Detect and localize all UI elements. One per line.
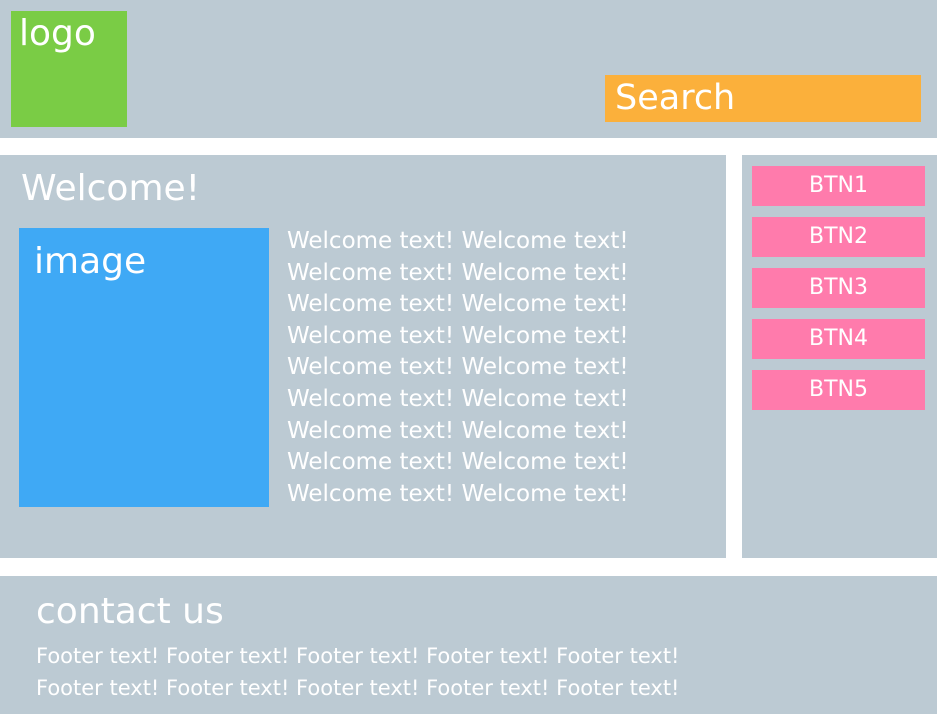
welcome-text-line: Welcome text! Welcome text! xyxy=(287,449,629,476)
header: logo Search xyxy=(0,0,937,138)
welcome-text-line: Welcome text! Welcome text! xyxy=(287,291,629,318)
search-box[interactable]: Search xyxy=(605,75,921,122)
welcome-text-line: Welcome text! Welcome text! xyxy=(287,259,629,286)
btn2-button[interactable]: BTN2 xyxy=(752,217,925,257)
main-content: Welcome! image Welcome text! Welcome tex… xyxy=(0,155,726,558)
btn3-button[interactable]: BTN3 xyxy=(752,268,925,308)
btn1-button[interactable]: BTN1 xyxy=(752,166,925,206)
welcome-text-line: Welcome text! Welcome text! xyxy=(287,354,629,381)
welcome-text-line: Welcome text! Welcome text! xyxy=(287,417,629,444)
welcome-title: Welcome! xyxy=(21,168,201,209)
sidebar: BTN1 BTN2 BTN3 BTN4 BTN5 xyxy=(742,155,937,558)
footer-text: Footer text! Footer text! Footer text! F… xyxy=(36,641,916,704)
image-placeholder: image xyxy=(19,228,269,507)
footer-text-line: Footer text! Footer text! Footer text! F… xyxy=(36,675,680,700)
logo[interactable]: logo xyxy=(11,11,127,127)
welcome-text-line: Welcome text! Welcome text! xyxy=(287,385,629,412)
footer: contact us Footer text! Footer text! Foo… xyxy=(0,576,937,714)
btn5-button[interactable]: BTN5 xyxy=(752,370,925,410)
welcome-text-line: Welcome text! Welcome text! xyxy=(287,322,629,349)
contact-title: contact us xyxy=(36,591,224,632)
page: logo Search Welcome! image Welcome text!… xyxy=(0,0,937,714)
welcome-text: Welcome text! Welcome text! Welcome text… xyxy=(287,226,707,510)
btn4-button[interactable]: BTN4 xyxy=(752,319,925,359)
welcome-text-line: Welcome text! Welcome text! xyxy=(287,228,629,254)
welcome-text-line: Welcome text! Welcome text! xyxy=(287,480,629,507)
footer-text-line: Footer text! Footer text! Footer text! F… xyxy=(36,644,680,668)
